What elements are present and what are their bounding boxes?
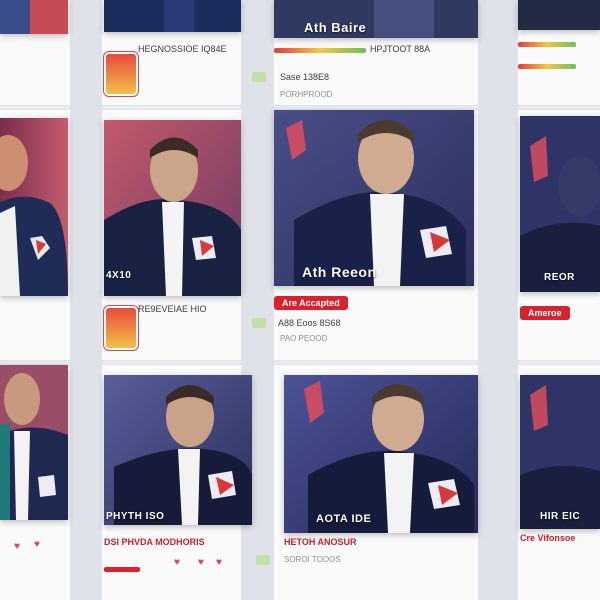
feed-card[interactable]: Ath Reeon Are Accapted A88 Eoos 8S68 PAO…	[252, 110, 478, 360]
progress-stripe	[518, 42, 576, 47]
video-thumbnail[interactable]	[0, 118, 68, 296]
video-title-overlay: Ath Reeon	[302, 264, 377, 280]
channel-avatar[interactable]	[106, 308, 136, 348]
feed-card[interactable]: HIR EIC Cre Vifonsoe	[518, 365, 600, 600]
feed-card[interactable]: ♥ ♥	[0, 365, 70, 600]
status-badge: Are Accapted	[274, 296, 348, 310]
feed-card[interactable]: AOTA IDE HETOH ANOSUR SOROI TOOOS	[256, 365, 478, 600]
video-thumbnail[interactable]	[274, 110, 474, 286]
video-subtitle: PORHPROOD	[280, 90, 333, 99]
video-thumbnail[interactable]	[0, 365, 68, 520]
video-title-overlay: Ath Baire	[304, 20, 367, 35]
heart-icon: ♥	[14, 541, 20, 552]
video-title-overlay: HIR EIC	[540, 511, 581, 522]
column-gap	[70, 0, 102, 600]
video-thumbnail[interactable]	[520, 375, 600, 529]
video-title-overlay: 4X10	[106, 270, 132, 281]
video-title-overlay: PHYTH ISO	[106, 511, 165, 522]
tag-icon	[252, 72, 266, 82]
feed-card[interactable]: Ath Baire HPJTOOT 88A Sase 138E8 PORHPRO…	[252, 0, 478, 105]
feed-card[interactable]	[0, 110, 70, 360]
video-meta: HPJTOOT 88A	[370, 44, 431, 54]
feed-card[interactable]	[518, 0, 600, 105]
feed-card[interactable]: HEGNOSSIOE IQ84E	[102, 0, 241, 105]
column-gap	[478, 0, 518, 600]
heart-icon: ♥	[198, 557, 204, 568]
heart-icon: ♥	[174, 557, 180, 568]
heart-icon: ♥	[216, 557, 222, 568]
video-subtitle: SOROI TOOOS	[284, 555, 341, 564]
video-thumbnail[interactable]	[104, 0, 241, 32]
video-meta: DSI PHVDA MODHORIS	[104, 537, 205, 547]
video-meta: RE9EVEIAE HIO	[138, 304, 207, 314]
feed-card[interactable]: PHYTH ISO DSI PHVDA MODHORIS ♥ ♥ ♥	[102, 365, 252, 600]
tag-icon	[256, 555, 270, 565]
video-thumbnail[interactable]	[520, 116, 600, 292]
video-title-overlay: REOR	[544, 272, 575, 283]
video-thumbnail[interactable]	[104, 375, 252, 525]
video-meta: A88 Eoos 8S68	[278, 318, 341, 328]
video-thumbnail[interactable]	[0, 0, 68, 34]
progress-stripe	[518, 64, 576, 69]
feed-card[interactable]: REOR Ameroe	[518, 110, 600, 360]
channel-avatar[interactable]	[106, 54, 136, 94]
video-thumbnail[interactable]	[518, 0, 600, 30]
status-badge: Ameroe	[520, 306, 570, 320]
video-thumbnail[interactable]	[284, 375, 478, 533]
video-meta: HETOH ANOSUR	[284, 537, 357, 547]
video-meta: HEGNOSSIOE IQ84E	[138, 44, 227, 54]
feed-card[interactable]: 4X10 RE9EVEIAE HIO	[102, 110, 241, 360]
progress-stripe	[274, 48, 366, 53]
video-title-overlay: AOTA IDE	[316, 513, 372, 525]
heart-icon: ♥	[34, 539, 40, 550]
video-meta: Cre Vifonsoe	[520, 533, 576, 543]
progress-stripe	[104, 567, 140, 572]
video-meta: Sase 138E8	[280, 72, 330, 82]
feed-card[interactable]	[0, 0, 70, 105]
video-subtitle: PAO PEOOD	[280, 334, 328, 343]
tag-icon	[252, 318, 266, 328]
